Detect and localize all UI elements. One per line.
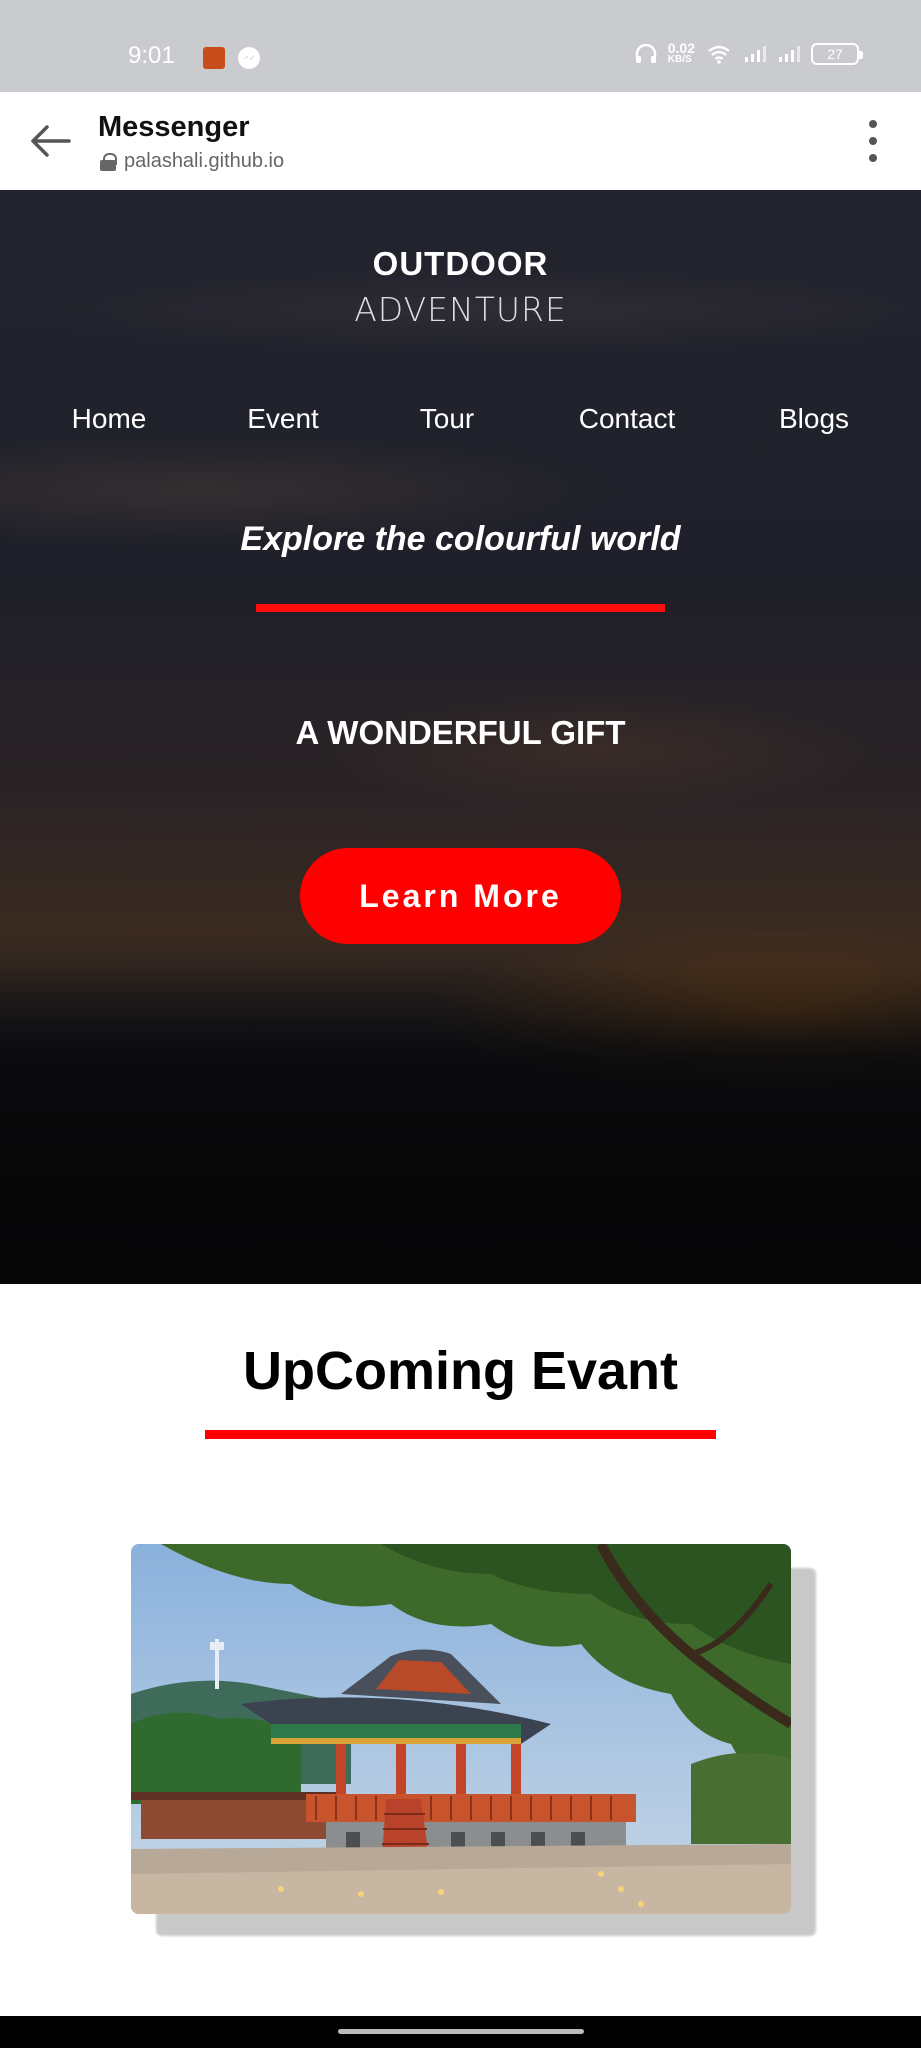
dot-icon [869, 120, 877, 128]
headphones-icon [635, 44, 656, 63]
dot-icon [869, 154, 877, 162]
back-button[interactable] [24, 116, 74, 166]
sim-app-icon [203, 47, 225, 69]
hero-gift-heading: A WONDERFUL GIFT [295, 714, 626, 751]
dot-icon [869, 137, 877, 145]
messenger-icon [238, 47, 260, 69]
home-gesture-handle[interactable] [338, 2029, 584, 2034]
status-icons: 0.02 KB/S 27 [634, 40, 863, 66]
learn-more-button[interactable]: Learn More [300, 848, 621, 944]
tagline-underline [256, 604, 665, 612]
more-options-button[interactable] [865, 120, 881, 162]
net-speed: 0.02 KB/S [667, 40, 695, 65]
nav-blogs[interactable]: Blogs [779, 403, 849, 435]
nav-event[interactable]: Event [247, 403, 319, 435]
url-text: palashali.github.io [124, 150, 285, 172]
wifi-icon [708, 45, 730, 64]
hero-tagline: Explore the colourful world [240, 520, 681, 558]
hero-section: OUTDOOR ADVENTURE Home Event Tour Contac… [0, 190, 921, 1284]
system-nav-bar [0, 2016, 921, 2048]
pavilion-image [131, 1544, 791, 1914]
browser-toolbar: Messenger palashali.github.io [0, 92, 921, 190]
lock-icon [100, 152, 117, 171]
logo-subtitle[interactable]: ADVENTURE [0, 290, 921, 329]
url-display[interactable]: palashali.github.io [100, 150, 284, 173]
event-card[interactable] [131, 1544, 791, 1914]
logo-title[interactable]: OUTDOOR [0, 245, 921, 283]
nav-tour[interactable]: Tour [420, 403, 474, 435]
signal-icon-2 [779, 46, 800, 62]
events-title: UpComing Evant [242, 1341, 678, 1401]
nav-home[interactable]: Home [72, 403, 147, 435]
browser-title: Messenger [98, 111, 250, 143]
battery-icon: 27 [811, 43, 863, 65]
arrow-left-icon [31, 125, 71, 157]
status-bar: 9:01 0.02 KB/S 27 [0, 0, 921, 92]
signal-icon [745, 46, 766, 62]
nav-contact[interactable]: Contact [579, 403, 676, 435]
hero-hills-overlay [0, 964, 921, 1284]
status-time: 9:01 [128, 42, 175, 69]
events-underline [205, 1430, 716, 1439]
main-nav: Home Event Tour Contact Blogs [0, 403, 921, 453]
